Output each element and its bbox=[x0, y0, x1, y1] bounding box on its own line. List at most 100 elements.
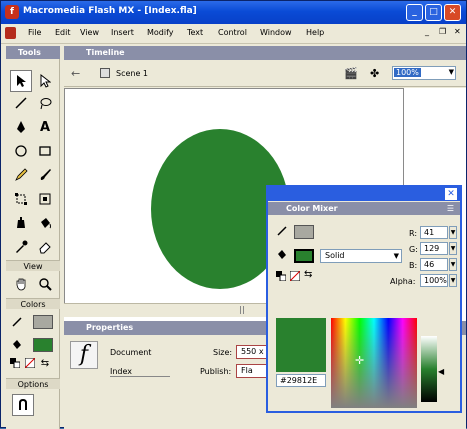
tools-panel-header[interactable]: Tools bbox=[6, 46, 60, 59]
ink-bottle-tool-icon[interactable] bbox=[10, 212, 32, 234]
brush-tool-icon[interactable] bbox=[34, 164, 56, 186]
window-title: Macromedia Flash MX - [Index.fla] bbox=[23, 6, 197, 16]
subselect-tool-icon[interactable] bbox=[34, 70, 56, 92]
colors-section-label: Colors bbox=[6, 298, 60, 309]
document-icon[interactable] bbox=[5, 27, 16, 39]
minimize-button[interactable]: _ bbox=[406, 4, 423, 21]
flash-app-icon: f bbox=[5, 5, 19, 19]
color-mixer-header[interactable]: Color Mixer ☰ bbox=[268, 202, 460, 215]
alpha-stepper[interactable]: ▼ bbox=[449, 274, 457, 287]
back-arrow-icon[interactable]: ← bbox=[71, 67, 80, 80]
zoom-tool-icon[interactable] bbox=[34, 273, 56, 295]
fill-style-value: Solid bbox=[325, 251, 345, 260]
stroke-color-pencil-icon bbox=[8, 311, 26, 333]
red-input[interactable]: 41 bbox=[420, 226, 448, 239]
green-stepper[interactable]: ▼ bbox=[449, 242, 457, 255]
fill-bucket-icon bbox=[276, 249, 290, 263]
menu-window[interactable]: Window bbox=[260, 28, 292, 37]
alpha-input[interactable]: 100% bbox=[420, 274, 448, 287]
fill-color-bucket-icon bbox=[8, 334, 26, 356]
alpha-label: Alpha: bbox=[390, 277, 416, 286]
free-transform-tool-icon[interactable] bbox=[10, 188, 32, 210]
fill-style-select[interactable]: Solid ▼ bbox=[320, 249, 402, 263]
color-spectrum[interactable]: ✛ bbox=[331, 318, 417, 408]
eyedropper-tool-icon[interactable] bbox=[10, 236, 32, 258]
swap-colors-icon[interactable]: ⇆ bbox=[38, 356, 52, 370]
red-label: R: bbox=[409, 229, 418, 238]
size-label: Size: bbox=[213, 348, 233, 357]
doc-minimize-button[interactable]: _ bbox=[425, 27, 429, 36]
chevron-down-icon: ▼ bbox=[393, 252, 399, 260]
no-color-icon[interactable] bbox=[289, 270, 301, 282]
color-mixer-window: ✕ Color Mixer ☰ ⇆ Solid ▼ R: 41 ▼ G: 129… bbox=[266, 185, 462, 413]
flash-document-icon: f bbox=[70, 341, 98, 369]
title-bar[interactable]: f Macromedia Flash MX - [Index.fla] _ □ … bbox=[1, 1, 466, 24]
panel-menu-icon[interactable]: ☰ bbox=[447, 202, 454, 215]
line-tool-icon[interactable] bbox=[10, 92, 32, 114]
default-colors-icon[interactable] bbox=[276, 271, 287, 282]
menu-control[interactable]: Control bbox=[218, 28, 247, 37]
edit-symbols-icon[interactable]: ✤ bbox=[370, 67, 379, 80]
default-colors-icon[interactable] bbox=[8, 356, 22, 370]
stroke-color-swatch[interactable] bbox=[33, 315, 53, 329]
blue-stepper[interactable]: ▼ bbox=[449, 258, 457, 271]
blue-input[interactable]: 46 bbox=[420, 258, 448, 271]
green-input[interactable]: 129 bbox=[420, 242, 448, 255]
menu-insert[interactable]: Insert bbox=[111, 28, 134, 37]
menu-view[interactable]: View bbox=[80, 28, 99, 37]
menu-file[interactable]: File bbox=[28, 28, 41, 37]
edit-bar: ← Scene 1 🎬 ✤ 100% ▼ bbox=[64, 61, 466, 87]
menu-bar: File Edit View Insert Modify Text Contro… bbox=[1, 24, 466, 44]
document-name[interactable]: Index bbox=[110, 367, 170, 377]
flash-window: f Macromedia Flash MX - [Index.fla] _ □ … bbox=[0, 0, 467, 429]
lasso-tool-icon[interactable] bbox=[34, 92, 56, 114]
menu-text[interactable]: Text bbox=[187, 28, 203, 37]
arrow-tool-icon[interactable] bbox=[10, 70, 32, 92]
snap-magnet-icon[interactable] bbox=[12, 394, 34, 416]
mixer-stroke-swatch[interactable] bbox=[294, 225, 314, 239]
options-section-label: Options bbox=[6, 378, 60, 389]
menu-edit[interactable]: Edit bbox=[55, 28, 71, 37]
timeline-title: Timeline bbox=[86, 48, 125, 57]
swap-colors-icon[interactable]: ⇆ bbox=[304, 269, 312, 280]
pencil-tool-icon[interactable] bbox=[10, 164, 32, 186]
doc-restore-button[interactable]: ❐ bbox=[439, 27, 446, 36]
scene-name: Scene 1 bbox=[116, 69, 149, 78]
horizontal-scrollbar[interactable] bbox=[64, 303, 270, 317]
scroll-thumb[interactable] bbox=[240, 306, 244, 314]
rectangle-tool-icon[interactable] bbox=[34, 140, 56, 162]
doc-close-button[interactable]: ✕ bbox=[454, 27, 461, 36]
pen-tool-icon[interactable] bbox=[10, 116, 32, 138]
oval-tool-icon[interactable] bbox=[10, 140, 32, 162]
crosshair-icon: ✛ bbox=[355, 354, 365, 367]
color-mixer-titlebar[interactable]: ✕ bbox=[268, 187, 460, 201]
document-type: Document bbox=[110, 348, 152, 357]
view-section-label: View bbox=[6, 260, 60, 271]
text-tool-icon[interactable]: A bbox=[34, 116, 56, 138]
fill-color-swatch[interactable] bbox=[33, 338, 53, 352]
menu-help[interactable]: Help bbox=[306, 28, 324, 37]
timeline-panel-header[interactable]: Timeline bbox=[64, 46, 466, 60]
brightness-pointer-icon[interactable]: ◀ bbox=[438, 367, 444, 376]
menu-modify[interactable]: Modify bbox=[147, 28, 174, 37]
close-icon[interactable]: ✕ bbox=[445, 188, 457, 200]
stroke-pencil-icon bbox=[276, 225, 290, 239]
brightness-slider[interactable] bbox=[421, 336, 437, 402]
close-button[interactable]: ✕ bbox=[444, 4, 461, 21]
chevron-down-icon: ▼ bbox=[448, 68, 454, 76]
edit-scene-icon[interactable]: 🎬 bbox=[344, 67, 358, 80]
red-stepper[interactable]: ▼ bbox=[449, 226, 457, 239]
paint-bucket-tool-icon[interactable] bbox=[34, 212, 56, 234]
green-label: G: bbox=[409, 245, 418, 254]
no-color-icon[interactable] bbox=[23, 356, 37, 370]
eraser-tool-icon[interactable] bbox=[34, 236, 56, 258]
zoom-select[interactable]: 100% ▼ bbox=[392, 66, 456, 80]
hex-input[interactable]: #29812E bbox=[276, 374, 326, 387]
properties-title: Properties bbox=[86, 323, 134, 332]
maximize-button[interactable]: □ bbox=[425, 4, 442, 21]
mixer-fill-swatch[interactable] bbox=[294, 249, 314, 263]
blue-label: B: bbox=[409, 261, 418, 270]
fill-transform-tool-icon[interactable] bbox=[34, 188, 56, 210]
zoom-value: 100% bbox=[394, 68, 421, 77]
hand-tool-icon[interactable] bbox=[10, 273, 32, 295]
